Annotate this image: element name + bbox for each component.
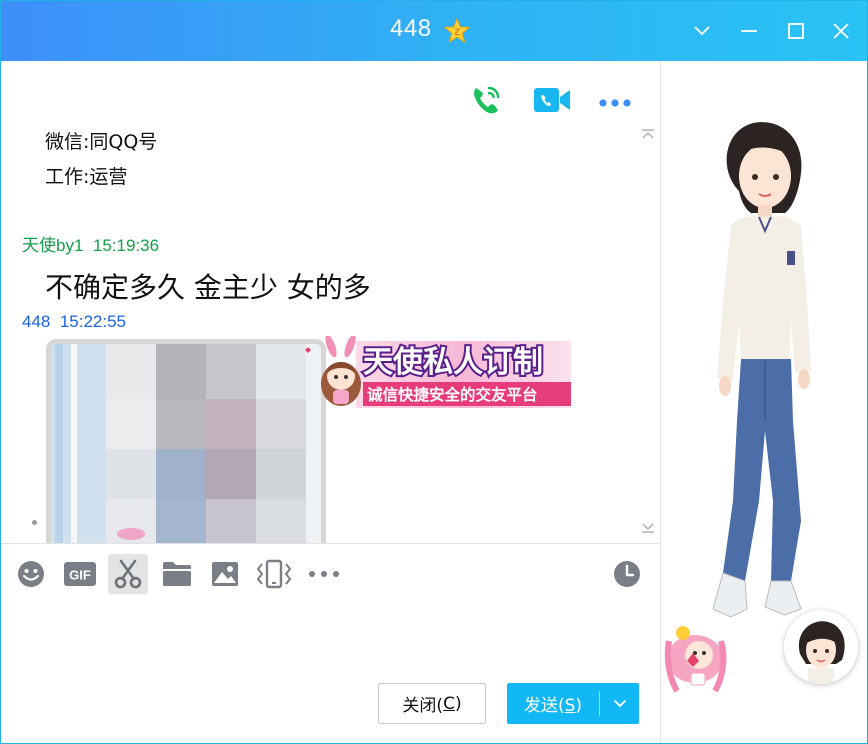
dropdown-button[interactable] bbox=[688, 17, 716, 45]
message-input[interactable] bbox=[1, 599, 660, 675]
gif-icon: GIF bbox=[64, 562, 96, 586]
sender-name: 448 bbox=[22, 312, 51, 331]
send-button[interactable]: 发送(S) bbox=[507, 683, 639, 724]
send-image-button[interactable] bbox=[205, 554, 245, 594]
avatar-face-icon bbox=[784, 610, 858, 684]
minimize-icon bbox=[741, 30, 757, 32]
title-bar[interactable]: 448 Z bbox=[1, 1, 867, 61]
sender-name: 天使by1 bbox=[22, 236, 84, 255]
message-sender: 天使by1 15:19:36 bbox=[22, 231, 159, 256]
vip-badge-letter: Z bbox=[454, 27, 460, 37]
close-window-button[interactable] bbox=[827, 17, 855, 45]
image-icon bbox=[212, 562, 238, 586]
close-button-suffix: ) bbox=[454, 693, 462, 714]
send-button-label: 发送( bbox=[523, 696, 565, 716]
contact-avatar[interactable] bbox=[784, 610, 858, 684]
sticker-graphic: 天使私人订制 诚信快捷安全的交友平台 bbox=[305, 334, 571, 408]
close-button[interactable]: 关闭(C) bbox=[378, 683, 486, 724]
chevron-down-icon bbox=[613, 699, 626, 708]
send-button-key: S bbox=[564, 696, 576, 716]
message-area[interactable]: 微信:同QQ号 工作:运营 天使by1 15:19:36 不确定多久 金主少 女… bbox=[1, 61, 660, 543]
emoji-icon bbox=[18, 561, 44, 587]
folder-icon bbox=[163, 562, 191, 586]
minimize-button[interactable] bbox=[735, 17, 763, 45]
gif-label: GIF bbox=[69, 568, 91, 583]
close-icon bbox=[833, 23, 849, 39]
message-text[interactable]: 不确定多久 金主少 女的多 bbox=[45, 266, 371, 306]
send-options-button[interactable] bbox=[600, 683, 639, 724]
profile-line-wechat: 微信:同QQ号 bbox=[45, 131, 158, 153]
scroll-up-icon[interactable] bbox=[641, 129, 655, 139]
toolbar-divider bbox=[1, 543, 660, 544]
scroll-down-icon[interactable] bbox=[641, 523, 655, 533]
window-title: 448 bbox=[390, 15, 432, 42]
chevron-down-icon bbox=[694, 26, 710, 36]
emoji-button[interactable] bbox=[11, 554, 51, 594]
send-file-button[interactable] bbox=[157, 554, 197, 594]
history-clock-icon bbox=[614, 561, 640, 587]
message-time: 15:22:55 bbox=[59, 312, 127, 331]
gif-button[interactable]: GIF bbox=[60, 554, 100, 594]
close-button-label: 关闭( bbox=[402, 696, 444, 716]
chat-window: 448 Z 微信:同QQ号 工作:运营 天使by1 15:19:36 不确定多久… bbox=[0, 0, 868, 744]
sticker-subtitle: 诚信快捷安全的交友平台 bbox=[367, 385, 538, 404]
send-button-suffix: ) bbox=[575, 696, 583, 716]
more-icon bbox=[309, 571, 339, 577]
profile-line-work: 工作:运营 bbox=[45, 166, 128, 188]
vip-star-icon: Z bbox=[444, 18, 470, 44]
message-history-button[interactable] bbox=[607, 554, 647, 594]
scissors-icon bbox=[114, 559, 142, 589]
send-button-label-wrap: 发送(S) bbox=[507, 691, 599, 716]
shake-icon bbox=[257, 559, 291, 589]
message-time: 15:19:36 bbox=[92, 236, 160, 255]
message-sender: 448 15:22:55 bbox=[22, 312, 126, 332]
maximize-button[interactable] bbox=[782, 17, 810, 45]
sticker-title: 天使私人订制 bbox=[363, 345, 543, 380]
window-shake-button[interactable] bbox=[254, 554, 294, 594]
blurred-photo-attachment[interactable] bbox=[46, 339, 326, 543]
promo-sticker[interactable]: 天使私人订制 诚信快捷安全的交友平台 bbox=[301, 334, 576, 411]
more-tools-button[interactable] bbox=[304, 554, 344, 594]
pixelated-photo bbox=[51, 344, 321, 543]
close-button-key: C bbox=[443, 693, 455, 714]
cursor-dot bbox=[32, 520, 37, 525]
maximize-icon bbox=[788, 23, 804, 39]
screenshot-button[interactable] bbox=[108, 554, 148, 594]
